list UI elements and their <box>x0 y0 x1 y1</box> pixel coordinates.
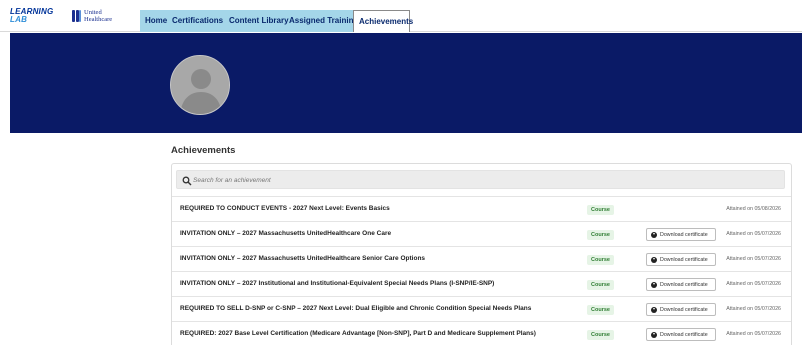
course-badge: Course <box>587 305 614 315</box>
download-certificate-button[interactable]: Download certificate <box>646 328 716 341</box>
attained-date: Attained on 05/07/2026 <box>726 331 781 337</box>
achievement-row: REQUIRED TO SELL D-SNP or C-SNP – 2027 N… <box>172 296 791 321</box>
achievement-title: REQUIRED: 2027 Base Level Certification … <box>180 330 536 337</box>
download-certificate-label: Download certificate <box>660 281 708 288</box>
learning-lab-logo-line2: LAB <box>10 15 28 24</box>
download-certificate-label: Download certificate <box>660 231 708 238</box>
learning-lab-logo[interactable]: LEARNING LAB <box>10 8 53 24</box>
attained-date: Attained on 05/07/2026 <box>726 231 781 237</box>
course-badge: Course <box>587 330 614 340</box>
download-certificate-button[interactable]: Download certificate <box>646 303 716 316</box>
achievement-title: INVITATION ONLY – 2027 Massachusetts Uni… <box>180 255 426 262</box>
achievement-title: INVITATION ONLY – 2027 Massachusetts Uni… <box>180 230 392 237</box>
download-certificate-button[interactable]: Download certificate <box>646 253 716 266</box>
download-certificate-button[interactable]: Download certificate <box>646 278 716 291</box>
download-certificate-button[interactable]: Download certificate <box>646 228 716 241</box>
download-icon <box>651 231 657 238</box>
profile-banner <box>10 33 802 133</box>
download-icon <box>651 281 657 288</box>
attained-date: Attained on 05/08/2026 <box>726 206 781 212</box>
avatar <box>170 55 230 115</box>
tab-assigned-training[interactable]: Assigned Training <box>289 10 358 32</box>
achievement-title: REQUIRED TO SELL D-SNP or C-SNP – 2027 N… <box>180 305 532 312</box>
achievements-heading: Achievements <box>171 145 236 156</box>
achievement-row: REQUIRED: 2027 Base Level Certification … <box>172 321 791 345</box>
tab-achievements[interactable]: Achievements <box>353 10 413 32</box>
user-silhouette-icon <box>171 56 229 114</box>
course-badge: Course <box>587 230 614 240</box>
search-input[interactable] <box>193 172 753 188</box>
course-badge: Course <box>587 255 614 265</box>
tab-certifications[interactable]: Certifications <box>172 10 223 32</box>
attained-date: Attained on 05/07/2026 <box>726 256 781 262</box>
download-certificate-label: Download certificate <box>660 256 708 263</box>
download-icon <box>651 331 657 338</box>
download-icon <box>651 306 657 313</box>
search-icon <box>182 176 192 186</box>
achievement-title: INVITATION ONLY – 2027 Institutional and… <box>180 280 495 287</box>
achievement-row: INVITATION ONLY – 2027 Massachusetts Uni… <box>172 221 791 246</box>
tab-home[interactable]: Home <box>145 10 167 32</box>
course-badge: Course <box>587 205 614 215</box>
attained-date: Attained on 05/07/2026 <box>726 281 781 287</box>
unitedhealthcare-mark-icon <box>72 10 81 22</box>
course-badge: Course <box>587 280 614 290</box>
uhc-logo-line2: Healthcare <box>84 16 113 23</box>
achievement-title: REQUIRED TO CONDUCT EVENTS - 2027 Next L… <box>180 205 390 212</box>
unitedhealthcare-logo: United Healthcare <box>72 9 112 23</box>
download-certificate-label: Download certificate <box>660 331 708 338</box>
achievement-row: REQUIRED TO CONDUCT EVENTS - 2027 Next L… <box>172 196 791 221</box>
achievement-row: INVITATION ONLY – 2027 Institutional and… <box>172 271 791 296</box>
download-icon <box>651 256 657 263</box>
uhc-logo-line1: United <box>84 9 102 16</box>
download-certificate-label: Download certificate <box>660 306 708 313</box>
tab-content-library[interactable]: Content Library <box>229 10 289 32</box>
attained-date: Attained on 05/07/2026 <box>726 306 781 312</box>
achievement-row: INVITATION ONLY – 2027 Massachusetts Uni… <box>172 246 791 271</box>
achievement-search[interactable] <box>176 170 785 189</box>
